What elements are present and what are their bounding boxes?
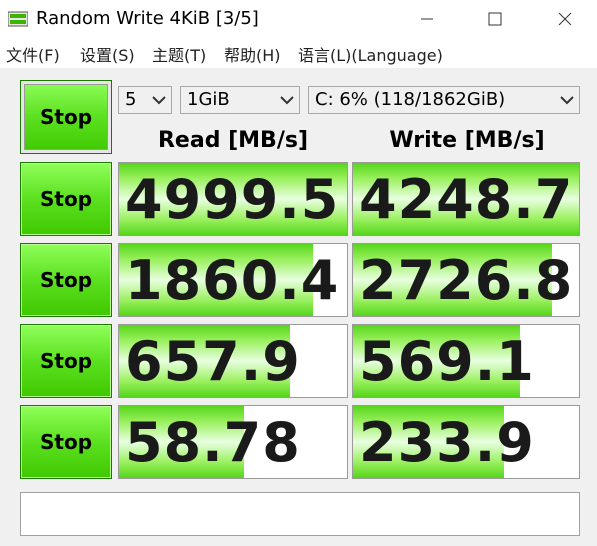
row3-write-cell: 569.1 [352, 324, 580, 398]
row1-stop-button[interactable]: Stop [20, 162, 112, 236]
comment-field[interactable] [20, 492, 580, 536]
read-header: Read [MB/s] [157, 128, 308, 153]
title-bar: Random Write 4KiB [3/5] [0, 0, 597, 38]
all-stop-button[interactable]: Stop [20, 80, 112, 154]
row2-write-cell: 2726.8 [352, 243, 580, 317]
row3-read-cell: 657.9 [118, 324, 348, 398]
chevron-down-icon [280, 96, 294, 105]
test-size-select[interactable]: 1GiB [180, 86, 300, 114]
row2-write-value: 2726.8 [359, 249, 574, 312]
test-size-value: 1GiB [187, 89, 230, 110]
row1-write-cell: 4248.7 [352, 162, 580, 236]
test-count-value: 5 [125, 89, 137, 110]
maximize-icon [488, 12, 502, 26]
row2-read-value: 1860.4 [125, 249, 340, 312]
minimize-icon [421, 18, 433, 20]
app-icon [8, 11, 28, 27]
drive-value: C: 6% (118/1862GiB) [315, 89, 506, 110]
row1-read-cell: 4999.5 [118, 162, 348, 236]
close-icon [558, 12, 572, 26]
row2-read-cell: 1860.4 [118, 243, 348, 317]
row4-read-value: 58.78 [125, 411, 301, 474]
row1-read-value: 4999.5 [125, 168, 340, 231]
menu-settings[interactable]: 设置(S) [80, 42, 135, 66]
menu-language[interactable]: 语言(L)(Language) [298, 42, 443, 66]
row3-read-value: 657.9 [125, 330, 301, 393]
minimize-button[interactable] [404, 0, 450, 38]
menu-bar: 文件(F) 设置(S) 主题(T) 帮助(H) 语言(L)(Language) [0, 38, 597, 68]
chevron-down-icon [560, 96, 574, 105]
row4-read-cell: 58.78 [118, 405, 348, 479]
menu-theme[interactable]: 主题(T) [152, 42, 206, 66]
write-header: Write [MB/s] [389, 128, 545, 153]
row3-stop-button[interactable]: Stop [20, 324, 112, 398]
row4-stop-button[interactable]: Stop [20, 405, 112, 479]
row1-write-value: 4248.7 [359, 168, 574, 231]
maximize-button[interactable] [472, 0, 518, 38]
window-title: Random Write 4KiB [3/5] [36, 8, 259, 29]
row2-stop-button[interactable]: Stop [20, 243, 112, 317]
drive-select[interactable]: C: 6% (118/1862GiB) [308, 86, 580, 114]
menu-file[interactable]: 文件(F) [6, 42, 60, 66]
row3-write-value: 569.1 [359, 330, 535, 393]
row4-write-value: 233.9 [359, 411, 535, 474]
chevron-down-icon [152, 96, 166, 105]
close-button[interactable] [542, 0, 588, 38]
row4-write-cell: 233.9 [352, 405, 580, 479]
test-count-select[interactable]: 5 [118, 86, 172, 114]
menu-help[interactable]: 帮助(H) [224, 42, 281, 66]
